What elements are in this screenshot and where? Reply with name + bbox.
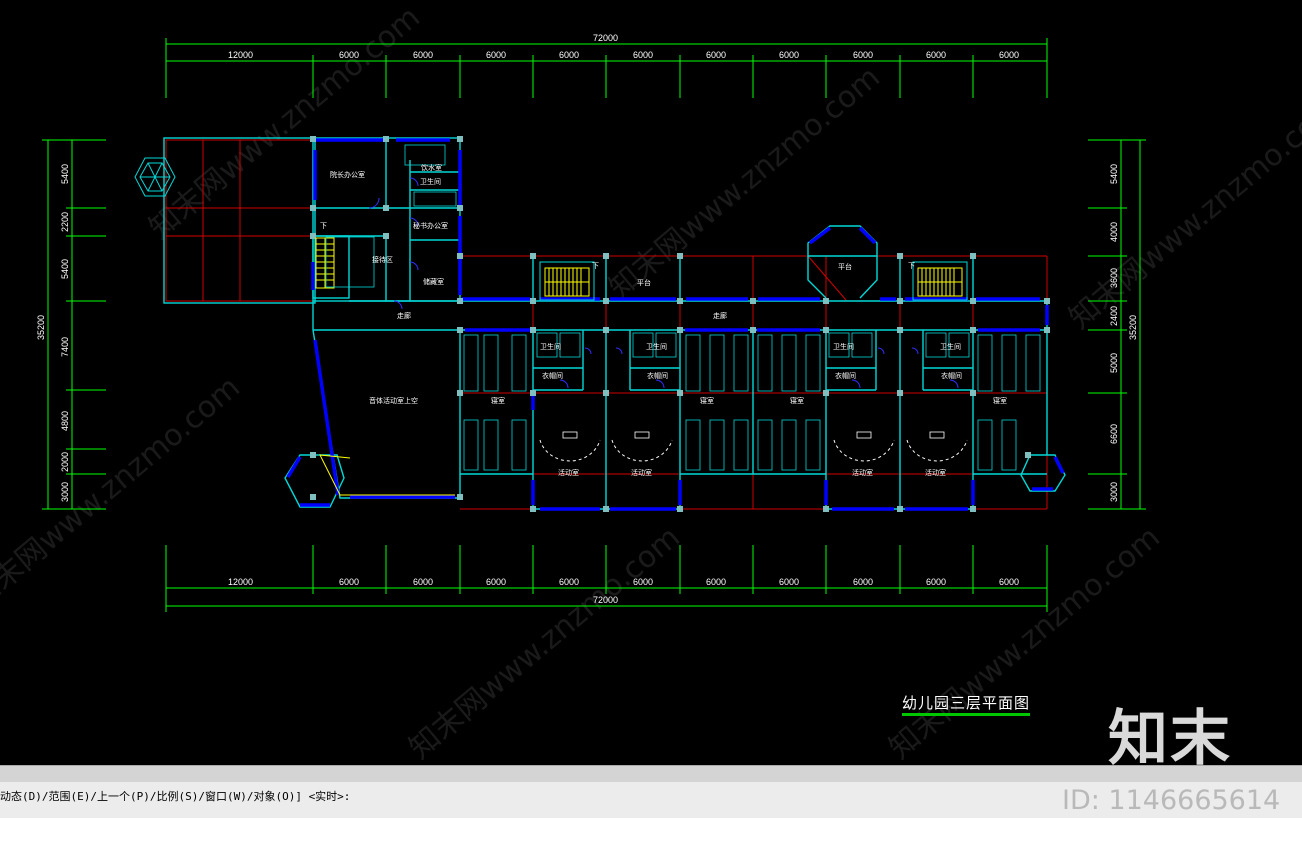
dim-label: 6000 (486, 50, 506, 60)
dim-label: 6000 (339, 577, 359, 587)
label-stair-down: 下 (320, 222, 327, 230)
right-dimension-labels: 5400 4000 3600 2400 5000 6600 3000 35200 (1109, 164, 1138, 502)
label-corridor: 走廊 (397, 311, 411, 320)
label-cloakroom: 衣帽间 (542, 371, 563, 380)
watermark-text: 知末网www.znzmo.com (0, 370, 247, 616)
dim-total-right: 35200 (1128, 315, 1138, 340)
label-storage: 储藏室 (423, 277, 444, 286)
dim-label: 6000 (706, 50, 726, 60)
dim-label: 6000 (926, 50, 946, 60)
dim-label: 6000 (559, 577, 579, 587)
znzmo-logo: 知末 (1108, 704, 1232, 774)
dim-label: 6000 (706, 577, 726, 587)
watermark-text: 知末网www.znzmo.com (1063, 90, 1302, 336)
label-cloakroom: 衣帽间 (835, 371, 856, 380)
label-bedroom: 寝室 (700, 396, 714, 405)
label-toilet: 卫生间 (940, 342, 961, 351)
label-activity: 活动室 (558, 468, 579, 477)
dim-label: 6000 (486, 577, 506, 587)
dim-label: 6000 (413, 577, 433, 587)
beds (325, 144, 1041, 471)
dim-label: 5000 (1109, 353, 1119, 373)
label-reception: 接待区 (372, 255, 393, 264)
label-bedroom: 寝室 (790, 396, 804, 405)
dim-label: 5400 (1109, 164, 1119, 184)
command-window-splitter[interactable] (0, 765, 1302, 782)
dim-label: 6000 (999, 50, 1019, 60)
label-activity: 活动室 (631, 468, 652, 477)
dim-label: 6000 (339, 50, 359, 60)
command-input-area[interactable] (0, 818, 1302, 841)
label-bedroom: 寝室 (993, 396, 1007, 405)
watermark-text: 知末网www.znzmo.com (403, 520, 687, 765)
dim-label: 6000 (999, 577, 1019, 587)
dim-label: 7400 (60, 337, 70, 357)
label-stair-down: 下 (908, 262, 915, 270)
label-toilet: 卫生间 (833, 342, 854, 351)
label-water-room: 饮水室 (421, 163, 442, 172)
dim-label: 5400 (60, 164, 70, 184)
label-activity: 活动室 (852, 468, 873, 477)
dim-label: 3000 (60, 482, 70, 502)
dim-total-bottom: 72000 (593, 595, 618, 605)
dim-label: 12000 (228, 577, 253, 587)
dim-label: 3000 (1109, 482, 1119, 502)
left-dimension-labels: 5400 2200 5400 7400 4800 2000 3000 35200 (36, 164, 70, 502)
label-secretary-office: 秘书办公室 (413, 221, 448, 230)
dim-total-left: 35200 (36, 315, 46, 340)
label-toilet: 卫生间 (646, 342, 667, 351)
room-labels: 院长办公室 饮水室 卫生间 秘书办公室 接待区 储藏室 平台 平台 走廊 走廊 … (320, 163, 1007, 477)
label-platform: 平台 (637, 278, 651, 287)
dim-label: 6000 (633, 577, 653, 587)
dim-label: 6000 (853, 50, 873, 60)
command-prompt-text: 动态(D)/范围(E)/上一个(P)/比例(S)/窗口(W)/对象(O)] <实… (0, 790, 351, 803)
label-activity: 活动室 (925, 468, 946, 477)
dim-label: 6000 (779, 50, 799, 60)
dim-label: 5400 (60, 259, 70, 279)
dim-label: 4800 (60, 411, 70, 431)
dim-total-top: 72000 (593, 33, 618, 43)
label-platform: 平台 (838, 262, 852, 271)
label-cloakroom: 衣帽间 (647, 371, 668, 380)
label-toilet-office: 卫生间 (420, 177, 441, 186)
image-id-label: ID: 1146665614 (1062, 785, 1281, 816)
label-corridor: 走廊 (713, 311, 727, 320)
dim-label: 6000 (559, 50, 579, 60)
dim-label: 2400 (1109, 306, 1119, 326)
label-director-office: 院长办公室 (330, 170, 365, 179)
label-cloakroom: 衣帽间 (941, 371, 962, 380)
label-toilet: 卫生间 (540, 342, 561, 351)
floor-plan: 知末网www.znzmo.com 知末网www.znzmo.com 知末网www… (0, 0, 1302, 765)
hexagon-pavilion (134, 157, 176, 197)
label-stair-down: 下 (592, 262, 599, 270)
dim-label: 6000 (926, 577, 946, 587)
windows (286, 138, 1065, 511)
dim-label: 2000 (60, 452, 70, 472)
dim-label: 6000 (633, 50, 653, 60)
left-dimension (42, 139, 106, 510)
dim-label: 6600 (1109, 424, 1119, 444)
watermark-layer: 知末网www.znzmo.com 知末网www.znzmo.com 知末网www… (0, 0, 1302, 765)
cad-drawing-canvas[interactable]: 知末网www.znzmo.com 知末网www.znzmo.com 知末网www… (0, 0, 1302, 774)
dim-label: 2200 (60, 212, 70, 232)
dim-label: 6000 (853, 577, 873, 587)
dim-label: 3600 (1109, 268, 1119, 288)
dim-label: 6000 (413, 50, 433, 60)
label-gym-upper: 音体活动室上空 (369, 396, 418, 405)
walls (163, 137, 1066, 510)
dim-label: 12000 (228, 50, 253, 60)
drawing-title: 幼儿园三层平面图 (902, 694, 1031, 716)
label-bedroom: 寝室 (491, 396, 505, 405)
dim-label: 6000 (779, 577, 799, 587)
dim-label: 4000 (1109, 222, 1119, 242)
